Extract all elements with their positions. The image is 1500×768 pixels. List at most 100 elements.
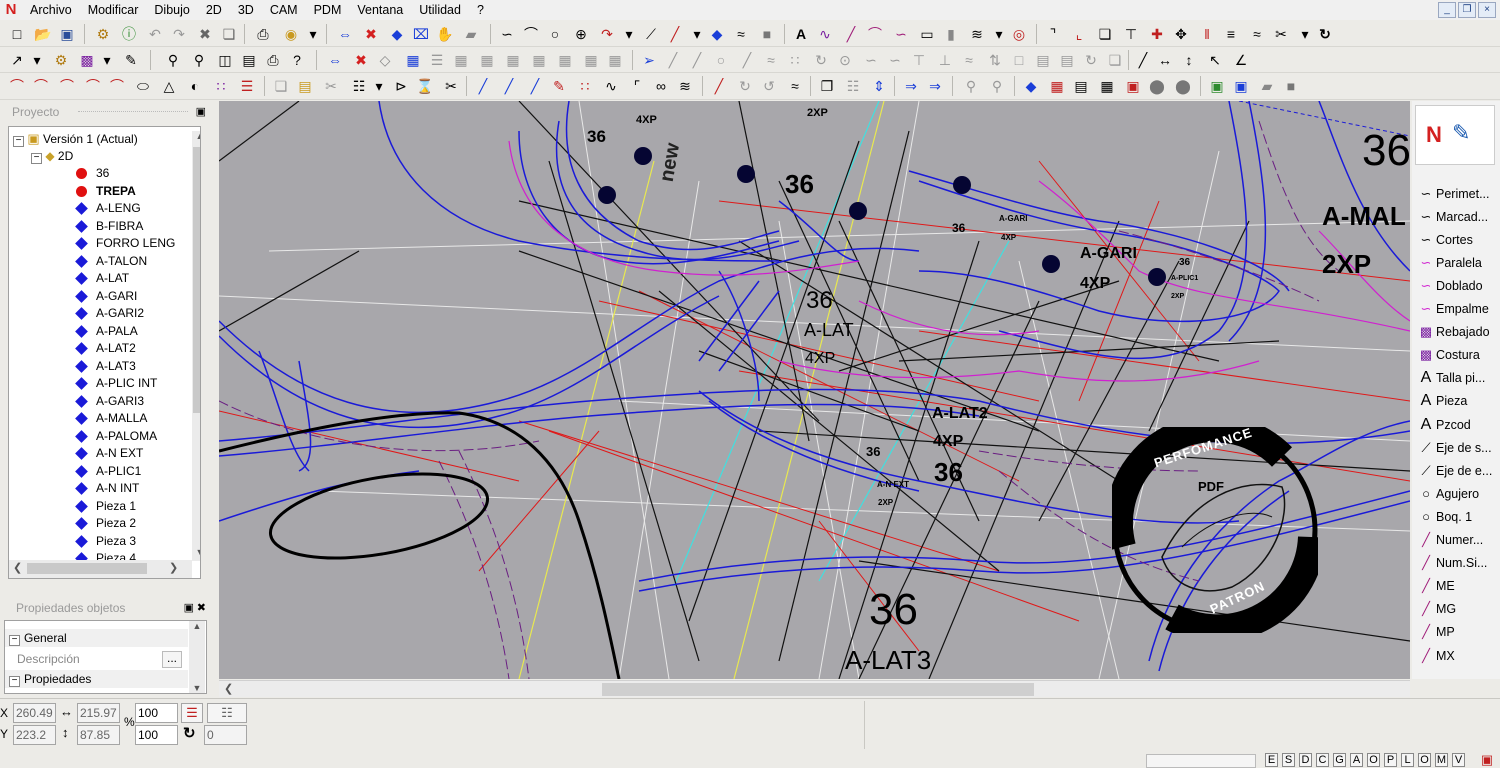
- node-icon[interactable]: ◎: [1010, 25, 1028, 43]
- table-3-icon[interactable]: ▦: [1098, 77, 1116, 95]
- arc-icon[interactable]: ⌒: [522, 25, 540, 43]
- snap-mode-toggle[interactable]: G: [1333, 753, 1346, 767]
- undo-icon[interactable]: ↶: [146, 25, 164, 43]
- app-logo-icon[interactable]: N: [0, 0, 22, 20]
- curve-2-icon[interactable]: ≈: [960, 51, 978, 69]
- zoom-in-icon[interactable]: ⚲: [164, 51, 182, 69]
- print-preview-icon[interactable]: ⎙: [264, 51, 282, 69]
- cut-line-icon[interactable]: ⌞: [1070, 25, 1088, 43]
- dropdown-arrow-2-icon[interactable]: ▾: [620, 25, 638, 43]
- tree-item[interactable]: 36: [9, 165, 189, 182]
- tree-item[interactable]: A-PLIC INT: [9, 375, 189, 392]
- ruler-icon[interactable]: ≡: [1222, 25, 1240, 43]
- canvas-horizontal-scrollbar[interactable]: ❮: [219, 680, 1410, 697]
- tree-scroll-thumb[interactable]: [193, 147, 200, 413]
- snap-mode-toggle[interactable]: O: [1367, 753, 1380, 767]
- tool-item[interactable]: ╱ ME: [1416, 575, 1500, 598]
- spiral-icon[interactable]: ↻: [1082, 51, 1100, 69]
- cube-icon[interactable]: ▣: [1232, 77, 1250, 95]
- rectangle-icon[interactable]: ▭: [918, 25, 936, 43]
- canvas-scroll-left-icon[interactable]: ❮: [224, 682, 233, 695]
- new-file-icon[interactable]: □: [8, 25, 26, 43]
- tree-item[interactable]: A-GARI3: [9, 393, 189, 410]
- panel-2-icon[interactable]: ▦: [556, 51, 574, 69]
- menu-cam[interactable]: CAM: [262, 0, 306, 20]
- loop-icon[interactable]: ∞: [652, 77, 670, 95]
- height-arrows-icon[interactable]: ↕: [1180, 51, 1198, 69]
- book-icon[interactable]: ▦: [404, 51, 422, 69]
- tool-item[interactable]: ⟋ Eje de e...: [1416, 459, 1500, 482]
- tree-item[interactable]: A-TALON: [9, 253, 189, 270]
- snap-mode-toggle[interactable]: D: [1299, 753, 1312, 767]
- circle-icon[interactable]: ○: [546, 25, 564, 43]
- tool-item[interactable]: ∽ Marcad...: [1416, 205, 1500, 228]
- tool-item[interactable]: ╱ Numer...: [1416, 529, 1500, 552]
- zoom-3-icon[interactable]: ⚲: [962, 77, 980, 95]
- move-cross-icon[interactable]: ✥: [1172, 25, 1190, 43]
- tree-icon[interactable]: ☷: [350, 77, 368, 95]
- tree-item[interactable]: FORRO LENG: [9, 235, 189, 252]
- dropdown-arrow-6-icon[interactable]: ▾: [28, 51, 46, 69]
- pin-icon[interactable]: ➢: [640, 51, 658, 69]
- tree-item[interactable]: A-N EXT: [9, 445, 189, 462]
- transform-icon[interactable]: ⇅: [986, 51, 1004, 69]
- snap-mode-toggle[interactable]: O: [1418, 753, 1431, 767]
- screen-icon[interactable]: ▣: [1124, 77, 1142, 95]
- cut-icon[interactable]: ✂: [322, 77, 340, 95]
- hand-icon[interactable]: ✋: [436, 25, 454, 43]
- tree-item[interactable]: B-FIBRA: [9, 218, 189, 235]
- snap-mode-toggle[interactable]: V: [1452, 753, 1465, 767]
- line-3-icon[interactable]: ╱: [738, 51, 756, 69]
- snap-mode-toggle[interactable]: A: [1350, 753, 1363, 767]
- restore-button[interactable]: ❐: [1458, 2, 1476, 18]
- grid-icon[interactable]: ▦: [452, 51, 470, 69]
- double-slash-icon[interactable]: ‖: [1198, 25, 1216, 43]
- blue-arrows-icon[interactable]: ⇔: [326, 51, 344, 69]
- pencil-curve-icon[interactable]: ∽: [892, 25, 910, 43]
- arc-tool-5-icon[interactable]: ⌒: [108, 77, 126, 95]
- tree-item[interactable]: A-N INT: [9, 480, 189, 497]
- zoom-out-icon[interactable]: ⚲: [190, 51, 208, 69]
- tool-item[interactable]: ╱ MX: [1416, 644, 1500, 667]
- gear-tool-icon[interactable]: ⚙: [52, 51, 70, 69]
- menu-dibujo[interactable]: Dibujo: [146, 0, 197, 20]
- tool-item[interactable]: ○ Boq. 1: [1416, 505, 1500, 528]
- dots-2-icon[interactable]: ∷: [212, 77, 230, 95]
- cursor-tool-icon[interactable]: ↗: [8, 51, 26, 69]
- x-coordinate-field[interactable]: 260.49: [13, 703, 56, 723]
- line-icon[interactable]: ╱: [664, 51, 682, 69]
- dx-field[interactable]: 215.97: [77, 703, 120, 723]
- tree-horizontal-scrollbar[interactable]: ❮ ❯: [9, 560, 192, 578]
- tool-item[interactable]: ∽ Paralela: [1416, 251, 1500, 274]
- tool-end-icon[interactable]: ■: [1282, 77, 1300, 95]
- zoom-window-icon[interactable]: ◫: [216, 51, 234, 69]
- select-arrows-icon[interactable]: ⇔: [336, 25, 354, 43]
- menu-help[interactable]: ?: [469, 0, 492, 20]
- menu-archivo[interactable]: Archivo: [22, 0, 80, 20]
- wave-2-icon[interactable]: ≋: [968, 25, 986, 43]
- panel-icon[interactable]: ▦: [530, 51, 548, 69]
- dropdown-arrow-8-icon[interactable]: ▾: [370, 77, 388, 95]
- point-diamond-icon[interactable]: ◆: [708, 25, 726, 43]
- panel-4-icon[interactable]: ▦: [606, 51, 624, 69]
- circle-3-icon[interactable]: ◐: [186, 77, 204, 95]
- tool-item[interactable]: A Talla pi...: [1416, 367, 1500, 390]
- red-x-2-icon[interactable]: ✖: [352, 51, 370, 69]
- collapse-icon[interactable]: −: [13, 136, 24, 147]
- descripcion-ellipsis-button[interactable]: ...: [162, 651, 182, 668]
- angle-2-icon[interactable]: ∠: [1232, 51, 1250, 69]
- crosshair-icon[interactable]: ⊕: [572, 25, 590, 43]
- tool-item[interactable]: A Pzcod: [1416, 413, 1500, 436]
- red-dots-icon[interactable]: ∷: [576, 77, 594, 95]
- image-icon[interactable]: ▣: [1208, 77, 1226, 95]
- arc-tool-2-icon[interactable]: ⌒: [32, 77, 50, 95]
- tree-hscroll-thumb[interactable]: [27, 563, 147, 574]
- minimize-button[interactable]: _: [1438, 2, 1456, 18]
- tool-item[interactable]: ▩ Rebajado: [1416, 321, 1500, 344]
- menu-pdm[interactable]: PDM: [306, 0, 350, 20]
- dots-icon[interactable]: ∷: [786, 51, 804, 69]
- corner-arc-icon[interactable]: ↷: [598, 25, 616, 43]
- flip-icon[interactable]: ⊳: [392, 77, 410, 95]
- tree-item[interactable]: TREPA: [9, 183, 189, 200]
- layers-icon[interactable]: ❐: [818, 77, 836, 95]
